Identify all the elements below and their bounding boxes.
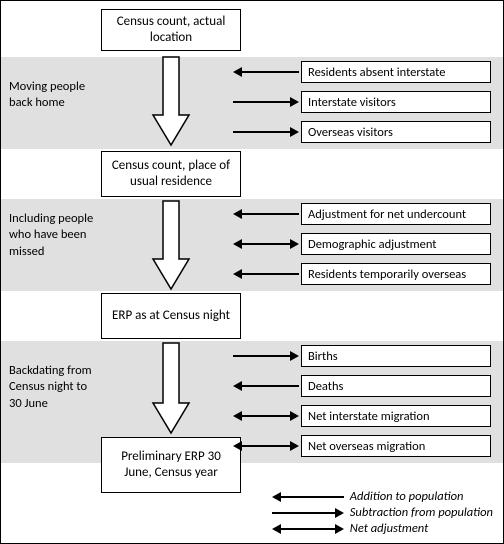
adj-s2-0: Adjustment for net undercount [301, 203, 491, 225]
adj-text: Births [308, 349, 338, 364]
legend-label: Subtraction from population [350, 505, 493, 520]
down-arrow-1 [151, 55, 191, 147]
arrow-s3-0 [233, 351, 299, 361]
legend-row-subtraction: Subtraction from population [272, 505, 493, 520]
legend-label: Net adjustment [350, 521, 429, 536]
adj-s1-0: Residents absent interstate [301, 61, 491, 83]
box-label: Census count, actual location [108, 14, 234, 47]
arrow-s1-2 [233, 127, 299, 137]
adj-s1-2: Overseas visitors [301, 121, 491, 143]
adj-s2-1: Demographic adjustment [301, 233, 491, 255]
legend-arrow-subtraction [272, 508, 344, 518]
legend-arrow-addition [272, 492, 344, 502]
arrow-s3-2 [233, 411, 299, 421]
arrow-s2-1 [233, 239, 299, 249]
adj-s3-0: Births [301, 345, 491, 367]
box-label: Census count, place of usual residence [108, 158, 234, 191]
adj-text: Residents temporarily overseas [308, 267, 466, 282]
box-label: Preliminary ERP 30 June, Census year [108, 449, 234, 482]
adj-s2-2: Residents temporarily overseas [301, 263, 491, 285]
adj-text: Net interstate migration [308, 409, 430, 424]
adj-text: Overseas visitors [308, 125, 393, 140]
adj-text: Adjustment for net undercount [308, 207, 466, 222]
box-prelim-erp: Preliminary ERP 30 June, Census year [101, 437, 241, 493]
section-label-3: Backdating from Census night to 30 June [9, 363, 95, 412]
adj-s3-1: Deaths [301, 375, 491, 397]
legend: Addition to population Subtraction from … [272, 488, 493, 537]
legend-row-net: Net adjustment [272, 521, 493, 536]
down-arrow-2 [151, 199, 191, 291]
box-census-por: Census count, place of usual residence [101, 151, 241, 197]
section-label-2: Including people who have been missed [9, 211, 95, 260]
legend-row-addition: Addition to population [272, 489, 493, 504]
adj-s3-3: Net overseas migration [301, 435, 491, 457]
adj-text: Demographic adjustment [308, 237, 436, 252]
legend-label: Addition to population [350, 489, 464, 504]
arrow-s1-1 [233, 97, 299, 107]
adj-text: Deaths [308, 379, 343, 394]
box-label: ERP as at Census night [112, 308, 230, 324]
arrow-s2-2 [233, 269, 299, 279]
box-census-actual: Census count, actual location [101, 9, 241, 51]
arrow-s3-1 [233, 381, 299, 391]
legend-arrow-net [272, 524, 344, 534]
adj-text: Net overseas migration [308, 439, 425, 454]
diagram-frame: Census count, actual location Census cou… [0, 0, 504, 544]
arrow-s2-0 [233, 209, 299, 219]
section-label-1: Moving people back home [9, 79, 95, 112]
adj-text: Residents absent interstate [308, 65, 445, 80]
box-erp-census-night: ERP as at Census night [101, 293, 241, 339]
arrow-s1-0 [233, 67, 299, 77]
adj-s3-2: Net interstate migration [301, 405, 491, 427]
arrow-s3-3 [233, 441, 299, 451]
adj-s1-1: Interstate visitors [301, 91, 491, 113]
down-arrow-3 [151, 341, 191, 435]
adj-text: Interstate visitors [308, 95, 396, 110]
